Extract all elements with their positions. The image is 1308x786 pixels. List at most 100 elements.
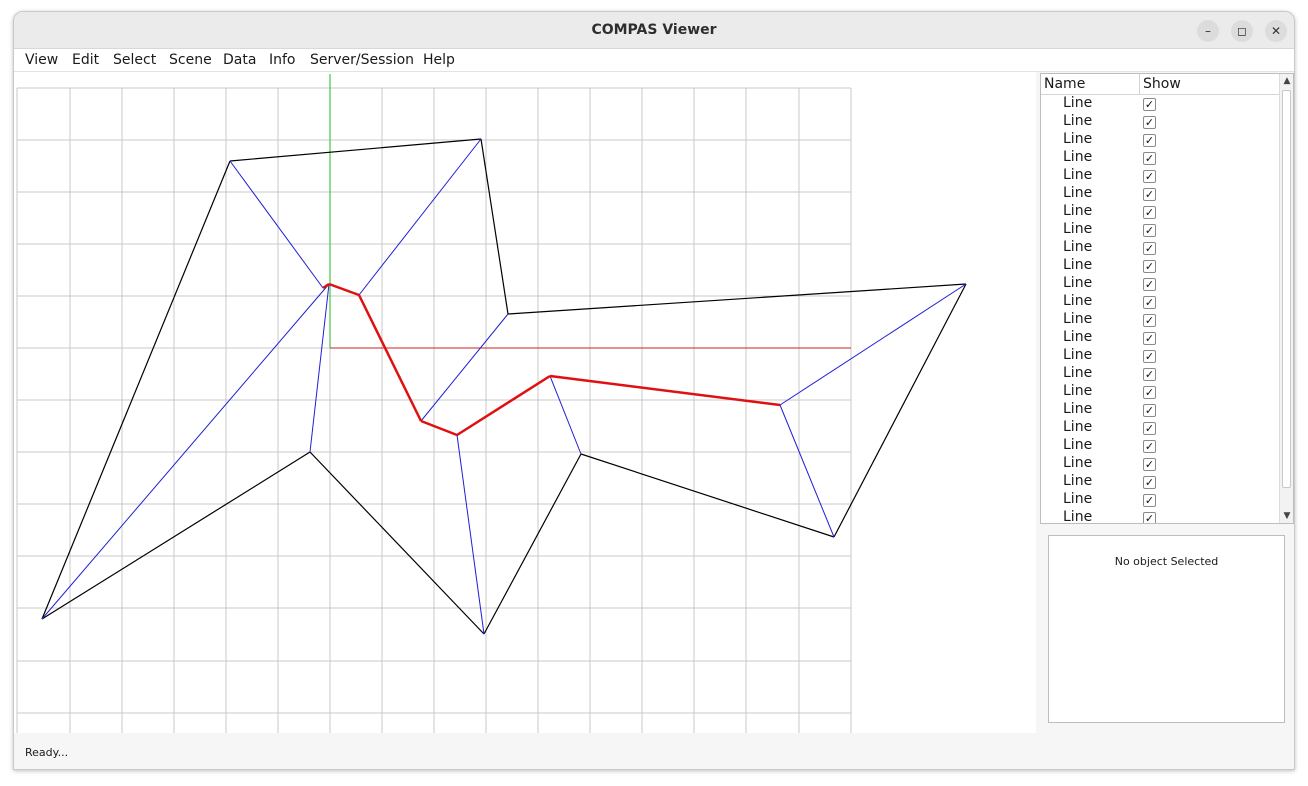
scene-tree-row[interactable]: Line ✓ bbox=[1041, 455, 1279, 473]
edge-red bbox=[357, 294, 423, 422]
scene-tree-row[interactable]: Line ✓ bbox=[1041, 131, 1279, 149]
show-checkbox[interactable]: ✓ bbox=[1143, 296, 1156, 309]
menu-info[interactable]: Info bbox=[269, 52, 296, 68]
show-checkbox[interactable]: ✓ bbox=[1143, 242, 1156, 255]
show-checkbox[interactable]: ✓ bbox=[1143, 314, 1156, 327]
show-checkbox[interactable]: ✓ bbox=[1143, 98, 1156, 111]
menu-scene[interactable]: Scene bbox=[169, 52, 212, 68]
show-checkbox[interactable]: ✓ bbox=[1143, 368, 1156, 381]
show-checkbox[interactable]: ✓ bbox=[1143, 386, 1156, 399]
object-name: Line bbox=[1063, 257, 1093, 273]
edge-red bbox=[420, 419, 458, 437]
app-window: COMPAS Viewer – ◻ ✕ View Edit Select Sce… bbox=[13, 11, 1295, 770]
down-arrow-icon[interactable]: ▼ bbox=[1280, 509, 1293, 523]
show-checkbox[interactable]: ✓ bbox=[1143, 188, 1156, 201]
scene-tree-row[interactable]: Line ✓ bbox=[1041, 491, 1279, 509]
no-selection-message: No object Selected bbox=[1114, 555, 1219, 568]
scene-canvas[interactable] bbox=[14, 72, 1036, 733]
object-name: Line bbox=[1063, 419, 1093, 435]
show-checkbox[interactable]: ✓ bbox=[1143, 476, 1156, 489]
scene-tree[interactable]: Name Show Line ✓ Line ✓ Line ✓ Line ✓ Line ✓ Line ✓… bbox=[1040, 73, 1294, 524]
up-arrow-icon[interactable]: ▲ bbox=[1280, 74, 1293, 88]
show-checkbox[interactable]: ✓ bbox=[1143, 458, 1156, 471]
object-name: Line bbox=[1063, 329, 1093, 345]
edge-black bbox=[41, 451, 311, 620]
edge-black bbox=[507, 283, 967, 315]
object-name: Line bbox=[1063, 437, 1093, 453]
scene-tree-row[interactable]: Line ✓ bbox=[1041, 275, 1279, 293]
object-name: Line bbox=[1063, 185, 1093, 201]
show-checkbox[interactable]: ✓ bbox=[1143, 152, 1156, 165]
scene-tree-row[interactable]: Line ✓ bbox=[1041, 473, 1279, 491]
show-checkbox[interactable]: ✓ bbox=[1143, 134, 1156, 147]
scene-tree-row[interactable]: Line ✓ bbox=[1041, 401, 1279, 419]
show-checkbox[interactable]: ✓ bbox=[1143, 116, 1156, 129]
menu-edit[interactable]: Edit bbox=[72, 52, 99, 68]
status-text: Ready... bbox=[25, 746, 69, 759]
object-name: Line bbox=[1063, 203, 1093, 219]
object-name: Line bbox=[1063, 383, 1093, 399]
scene-tree-row[interactable]: Line ✓ bbox=[1041, 185, 1279, 203]
show-checkbox[interactable]: ✓ bbox=[1143, 224, 1156, 237]
show-checkbox[interactable]: ✓ bbox=[1143, 422, 1156, 435]
blue-edges bbox=[41, 138, 967, 635]
scene-tree-row[interactable]: Line ✓ bbox=[1041, 239, 1279, 257]
show-checkbox[interactable]: ✓ bbox=[1143, 512, 1156, 523]
show-checkbox[interactable]: ✓ bbox=[1143, 170, 1156, 183]
edge-black bbox=[580, 453, 835, 538]
scrollbar-thumb[interactable] bbox=[1282, 90, 1291, 488]
scene-tree-row[interactable]: Line ✓ bbox=[1041, 329, 1279, 347]
scene-tree-row[interactable]: Line ✓ bbox=[1041, 365, 1279, 383]
maximize-button[interactable]: ◻ bbox=[1231, 20, 1253, 42]
scene-tree-row[interactable]: Line ✓ bbox=[1041, 383, 1279, 401]
close-button[interactable]: ✕ bbox=[1265, 20, 1287, 42]
object-name: Line bbox=[1063, 455, 1093, 471]
scene-tree-header: Name Show bbox=[1041, 74, 1279, 95]
scene-tree-row[interactable]: Line ✓ bbox=[1041, 293, 1279, 311]
edge-blue bbox=[229, 160, 324, 289]
menu-view[interactable]: View bbox=[25, 52, 58, 68]
scene-tree-row[interactable]: Line ✓ bbox=[1041, 257, 1279, 275]
column-show-header[interactable]: Show bbox=[1143, 76, 1181, 92]
window-title: COMPAS Viewer bbox=[591, 22, 717, 38]
show-checkbox[interactable]: ✓ bbox=[1143, 332, 1156, 345]
menu-select[interactable]: Select bbox=[113, 52, 156, 68]
edge-blue bbox=[309, 283, 330, 453]
menu-help[interactable]: Help bbox=[423, 52, 455, 68]
edge-black bbox=[229, 138, 482, 162]
object-name: Line bbox=[1063, 365, 1093, 381]
show-checkbox[interactable]: ✓ bbox=[1143, 278, 1156, 291]
scene-tree-row[interactable]: Line ✓ bbox=[1041, 347, 1279, 365]
scene-tree-row[interactable]: Line ✓ bbox=[1041, 203, 1279, 221]
scene-tree-row[interactable]: Line ✓ bbox=[1041, 221, 1279, 239]
scene-tree-row[interactable]: Line ✓ bbox=[1041, 167, 1279, 185]
scene-tree-row[interactable]: Line ✓ bbox=[1041, 419, 1279, 437]
show-checkbox[interactable]: ✓ bbox=[1143, 440, 1156, 453]
show-checkbox[interactable]: ✓ bbox=[1143, 206, 1156, 219]
column-name-header[interactable]: Name bbox=[1044, 76, 1085, 92]
scene-tree-row[interactable]: Line ✓ bbox=[1041, 311, 1279, 329]
edge-red bbox=[322, 282, 330, 290]
scene-tree-scrollbar[interactable]: ▲ ▼ bbox=[1279, 74, 1293, 523]
title-bar[interactable]: COMPAS Viewer – ◻ ✕ bbox=[14, 12, 1294, 49]
3d-viewport[interactable] bbox=[14, 72, 1036, 733]
show-checkbox[interactable]: ✓ bbox=[1143, 494, 1156, 507]
menu-data[interactable]: Data bbox=[223, 52, 256, 68]
show-checkbox[interactable]: ✓ bbox=[1143, 260, 1156, 273]
scene-tree-row[interactable]: Line ✓ bbox=[1041, 509, 1279, 523]
menu-server-session[interactable]: Server/Session bbox=[310, 52, 414, 68]
object-name: Line bbox=[1063, 167, 1093, 183]
minimize-button[interactable]: – bbox=[1197, 20, 1219, 42]
show-checkbox[interactable]: ✓ bbox=[1143, 404, 1156, 417]
object-name: Line bbox=[1063, 275, 1093, 291]
scene-tree-row[interactable]: Line ✓ bbox=[1041, 149, 1279, 167]
edge-blue bbox=[456, 434, 485, 635]
column-separator[interactable] bbox=[1139, 74, 1140, 95]
edge-red bbox=[456, 374, 551, 437]
scene-tree-row[interactable]: Line ✓ bbox=[1041, 113, 1279, 131]
object-name: Line bbox=[1063, 311, 1093, 327]
show-checkbox[interactable]: ✓ bbox=[1143, 350, 1156, 363]
scene-tree-row[interactable]: Line ✓ bbox=[1041, 95, 1279, 113]
object-name: Line bbox=[1063, 239, 1093, 255]
scene-tree-row[interactable]: Line ✓ bbox=[1041, 437, 1279, 455]
